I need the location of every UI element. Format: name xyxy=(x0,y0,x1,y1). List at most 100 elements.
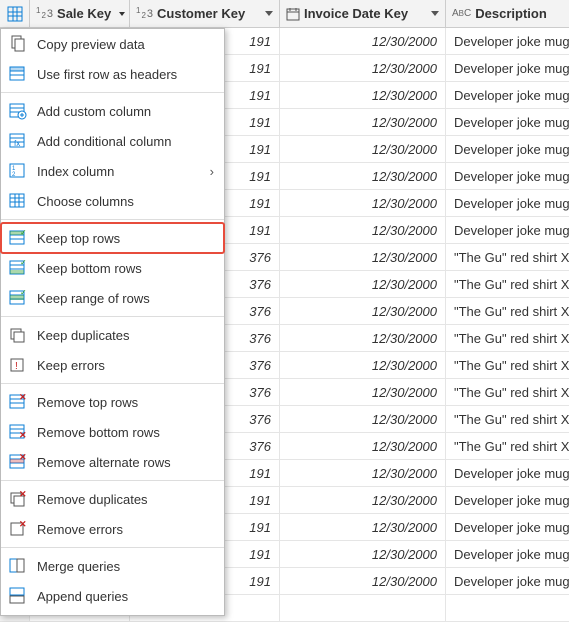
menu-item-rm-err[interactable]: ✕ Remove errors xyxy=(1,514,224,544)
invoice-date-cell xyxy=(280,595,446,621)
menu-item-keep-dup[interactable]: Keep duplicates xyxy=(1,320,224,350)
copy-icon xyxy=(9,35,27,53)
filter-dropdown-icon[interactable] xyxy=(431,11,439,16)
invoice-date-cell: 12/30/2000 xyxy=(280,271,446,297)
menu-item-keep-bottom[interactable]: ✓Keep bottom rows xyxy=(1,253,224,283)
sort-desc-icon xyxy=(119,12,125,16)
menu-item-label: Add conditional column xyxy=(37,134,214,149)
menu-item-label: Keep range of rows xyxy=(37,291,214,306)
invoice-date-cell: 12/30/2000 xyxy=(280,352,446,378)
invoice-date-cell: 12/30/2000 xyxy=(280,136,446,162)
description-cell: "The Gu" red shirt X xyxy=(446,352,569,378)
menu-item-rm-bottom[interactable]: ✕ Remove bottom rows xyxy=(1,417,224,447)
menu-item-merge[interactable]: Merge queries xyxy=(1,551,224,581)
rm-top-icon: ✕ xyxy=(9,393,27,411)
invoice-date-cell: 12/30/2000 xyxy=(280,433,446,459)
menu-item-copy[interactable]: Copy preview data xyxy=(1,29,224,59)
menu-item-keep-range[interactable]: ✓ Keep range of rows xyxy=(1,283,224,313)
svg-text:✓: ✓ xyxy=(20,289,27,297)
rm-alt-icon: ✕ xyxy=(9,453,27,471)
menu-item-append[interactable]: Append queries xyxy=(1,581,224,611)
rownum-header[interactable] xyxy=(0,0,30,27)
description-cell: Developer joke mug xyxy=(446,541,569,567)
description-cell: "The Gu" red shirt X xyxy=(446,406,569,432)
menu-item-label: Copy preview data xyxy=(37,37,214,52)
menu-item-label: Remove errors xyxy=(37,522,214,537)
description-cell xyxy=(446,595,569,621)
description-cell: Developer joke mug xyxy=(446,568,569,594)
choose-cols-icon xyxy=(9,192,27,210)
invoice-date-cell: 12/30/2000 xyxy=(280,541,446,567)
menu-item-label: Merge queries xyxy=(37,559,214,574)
menu-separator xyxy=(1,219,224,220)
menu-item-index-col[interactable]: 12Index column› xyxy=(1,156,224,186)
menu-separator xyxy=(1,547,224,548)
menu-item-choose-cols[interactable]: Choose columns xyxy=(1,186,224,216)
table-icon xyxy=(7,6,23,22)
menu-item-keep-top[interactable]: ✓Keep top rows xyxy=(1,223,224,253)
menu-item-first-row-hdr[interactable]: Use first row as headers xyxy=(1,59,224,89)
invoice-date-cell: 12/30/2000 xyxy=(280,514,446,540)
svg-text:✕: ✕ xyxy=(19,520,27,529)
append-icon xyxy=(9,587,27,605)
menu-item-rm-alt[interactable]: ✕Remove alternate rows xyxy=(1,447,224,477)
invoice-date-cell: 12/30/2000 xyxy=(280,163,446,189)
invoice-date-cell: 12/30/2000 xyxy=(280,487,446,513)
rm-bottom-icon: ✕ xyxy=(9,423,27,441)
keep-err-icon: ! xyxy=(9,356,27,374)
invoice-date-cell: 12/30/2000 xyxy=(280,379,446,405)
invoice-date-cell: 12/30/2000 xyxy=(280,217,446,243)
text-type-icon: ABC xyxy=(452,8,471,19)
description-cell: Developer joke mug xyxy=(446,136,569,162)
svg-text:✓: ✓ xyxy=(20,229,27,237)
keep-bottom-icon: ✓ xyxy=(9,259,27,277)
rm-err-icon: ✕ xyxy=(9,520,27,538)
filter-dropdown-icon[interactable] xyxy=(265,11,273,16)
int-type-icon: 123 xyxy=(136,8,153,20)
menu-item-rm-top[interactable]: ✕ Remove top rows xyxy=(1,387,224,417)
svg-text:✓: ✓ xyxy=(20,259,27,267)
description-cell: Developer joke mug xyxy=(446,514,569,540)
menu-item-rm-dup[interactable]: ✕Remove duplicates xyxy=(1,484,224,514)
invoice-date-cell: 12/30/2000 xyxy=(280,244,446,270)
description-cell: Developer joke mug xyxy=(446,109,569,135)
chevron-right-icon: › xyxy=(210,164,214,179)
merge-icon xyxy=(9,557,27,575)
invoice-date-cell: 12/30/2000 xyxy=(280,109,446,135)
invoice-date-cell: 12/30/2000 xyxy=(280,298,446,324)
description-cell: "The Gu" red shirt X xyxy=(446,244,569,270)
invoice-date-cell: 12/30/2000 xyxy=(280,460,446,486)
menu-item-label: Use first row as headers xyxy=(37,67,214,82)
menu-separator xyxy=(1,92,224,93)
description-cell: "The Gu" red shirt X xyxy=(446,433,569,459)
invoice-date-cell: 12/30/2000 xyxy=(280,28,446,54)
add-col-icon xyxy=(9,102,27,120)
invoice-date-cell: 12/30/2000 xyxy=(280,82,446,108)
invoice-date-cell: 12/30/2000 xyxy=(280,325,446,351)
description-cell: Developer joke mug xyxy=(446,163,569,189)
menu-item-label: Remove top rows xyxy=(37,395,214,410)
menu-item-cond-col[interactable]: fx Add conditional column xyxy=(1,126,224,156)
description-cell: "The Gu" red shirt X xyxy=(446,271,569,297)
menu-item-label: Append queries xyxy=(37,589,214,604)
menu-item-add-col[interactable]: Add custom column xyxy=(1,96,224,126)
keep-range-icon: ✓ xyxy=(9,289,27,307)
invoice-date-cell: 12/30/2000 xyxy=(280,190,446,216)
date-type-icon xyxy=(286,7,300,21)
col-header-sale-key[interactable]: 123 Sale Key xyxy=(30,0,130,27)
menu-item-keep-err[interactable]: !Keep errors xyxy=(1,350,224,380)
menu-item-label: Remove bottom rows xyxy=(37,425,214,440)
description-cell: Developer joke mug xyxy=(446,82,569,108)
int-type-icon: 123 xyxy=(36,8,53,20)
svg-text:fx: fx xyxy=(14,139,20,148)
cond-col-icon: fx xyxy=(9,132,27,150)
menu-item-label: Choose columns xyxy=(37,194,214,209)
col-header-customer-key[interactable]: 123 Customer Key xyxy=(130,0,280,27)
description-cell: Developer joke mug xyxy=(446,487,569,513)
menu-item-label: Index column xyxy=(37,164,200,179)
keep-top-icon: ✓ xyxy=(9,229,27,247)
description-cell: Developer joke mug xyxy=(446,460,569,486)
menu-item-label: Remove duplicates xyxy=(37,492,214,507)
col-header-invoice-date[interactable]: Invoice Date Key xyxy=(280,0,446,27)
col-header-description[interactable]: ABC Description xyxy=(446,0,569,27)
